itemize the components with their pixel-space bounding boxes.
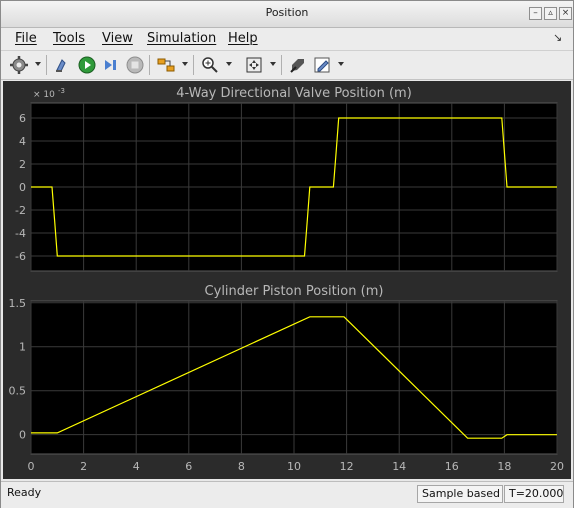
chevron-down-icon[interactable]	[35, 62, 41, 66]
chevron-down-icon[interactable]	[270, 62, 276, 66]
highlight-icon[interactable]	[53, 55, 73, 75]
menu-tools[interactable]: Tools	[53, 31, 85, 46]
scope-plots: 6420-2-4-64-Way Directional Valve Positi…	[9, 86, 565, 473]
menu-file[interactable]: File	[15, 31, 37, 46]
x-tick-label: 10	[287, 460, 301, 473]
scope-window: Position – ▵ × File Tools View Simulatio…	[0, 0, 574, 508]
menu-bar: File Tools View Simulation Help ↘	[1, 28, 573, 51]
zoom-in-icon[interactable]	[200, 55, 220, 75]
axes-title: Cylinder Piston Position (m)	[205, 284, 384, 299]
signal-selector-icon[interactable]	[156, 55, 176, 75]
y-tick-label: 4	[19, 135, 26, 148]
plot-area: 6 4 2 0 -2 -4 -6 4-Way Directional Valve Positi…	[3, 81, 571, 479]
stop-icon[interactable]	[125, 55, 145, 75]
x-tick-label: 12	[340, 460, 354, 473]
menu-help[interactable]: Help	[228, 31, 258, 46]
y-tick-label: 0	[19, 181, 26, 194]
x-tick-label: 2	[80, 460, 87, 473]
y-tick-label: -4	[15, 227, 26, 240]
axes-title: 4-Way Directional Valve Position (m)	[176, 86, 412, 101]
sample-mode-indicator: Sample based	[417, 485, 503, 503]
toolbar-separator	[193, 55, 194, 75]
x-tick-label: 8	[238, 460, 245, 473]
close-button[interactable]: ×	[559, 7, 572, 20]
x-tick-label: 20	[550, 460, 564, 473]
x-tick-label: 16	[445, 460, 459, 473]
chevron-down-icon[interactable]	[182, 62, 188, 66]
y-tick-label: 1	[19, 341, 26, 354]
y-tick-label: 6	[19, 112, 26, 125]
menu-simulation[interactable]: Simulation	[147, 31, 216, 46]
x-tick-label: 4	[133, 460, 140, 473]
autoscale-icon[interactable]	[244, 55, 264, 75]
chevron-down-icon[interactable]	[226, 62, 232, 66]
y-tick-label: 0.5	[9, 385, 27, 398]
window-title: Position	[265, 6, 309, 19]
x-tick-label: 14	[392, 460, 406, 473]
toolbar-separator	[46, 55, 47, 75]
x-tick-label: 0	[28, 460, 35, 473]
minimize-button[interactable]: –	[529, 7, 542, 20]
menu-view[interactable]: View	[102, 31, 133, 46]
status-state: Ready	[7, 486, 42, 499]
y-tick-label: 0	[19, 429, 26, 442]
x-tick-label: 6	[185, 460, 192, 473]
y-tick-label: 2	[19, 158, 26, 171]
y-tick-label: -6	[15, 250, 26, 263]
toolbar	[1, 51, 573, 80]
y-tick-label: -2	[15, 204, 26, 217]
chevron-down-icon[interactable]	[338, 62, 344, 66]
toolbar-separator	[281, 55, 282, 75]
maximize-button[interactable]: ▵	[544, 7, 557, 20]
y-exponent-label: × 10	[33, 90, 55, 100]
title-bar: Position – ▵ ×	[1, 1, 573, 28]
run-icon[interactable]	[77, 55, 97, 75]
dock-icon[interactable]	[288, 55, 308, 75]
x-tick-label: 18	[497, 460, 511, 473]
simulation-time: T=20.000	[504, 485, 564, 503]
edit-icon[interactable]	[312, 55, 332, 75]
y-exponent-power: -3	[58, 87, 65, 95]
status-bar: Ready Sample based T=20.000	[1, 481, 573, 508]
y-tick-label: 1.5	[9, 297, 27, 310]
gear-icon[interactable]	[9, 55, 29, 75]
dock-arrow-icon[interactable]: ↘	[553, 31, 562, 44]
step-forward-icon[interactable]	[101, 55, 121, 75]
toolbar-separator	[149, 55, 150, 75]
